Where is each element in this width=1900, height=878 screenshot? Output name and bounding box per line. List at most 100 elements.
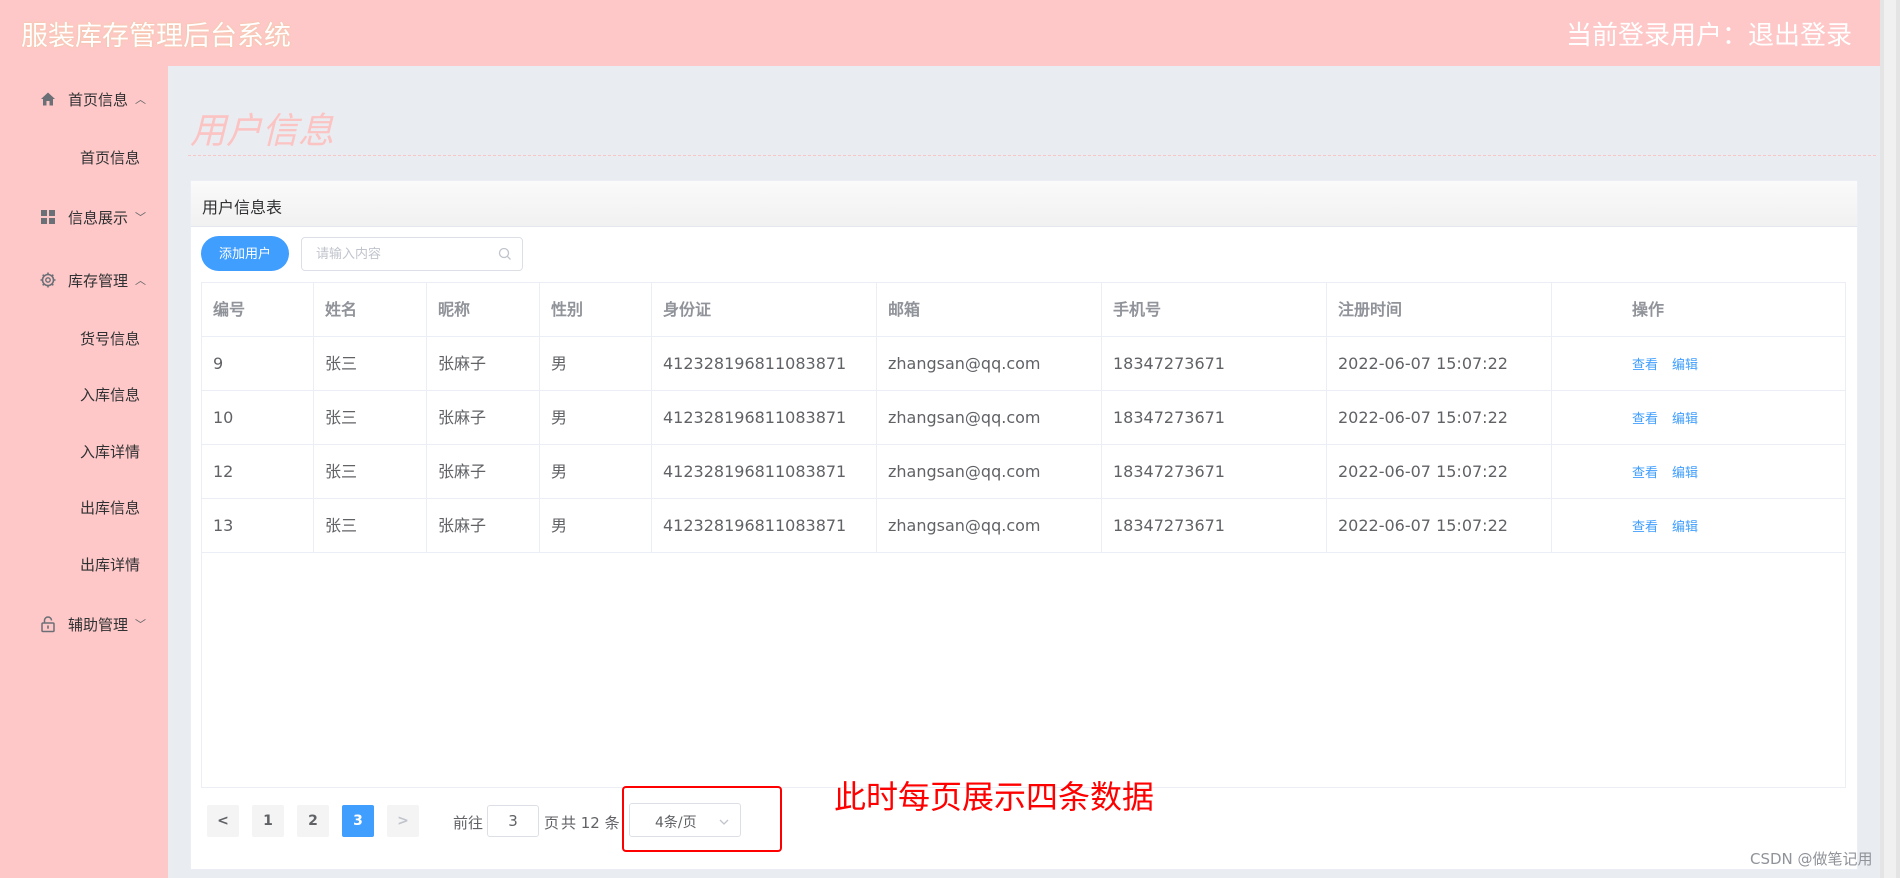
cell-nickname: 张麻子 xyxy=(427,445,540,499)
annotation-note: 此时每页展示四条数据 xyxy=(834,778,1155,816)
user-table: 编号 姓名 昵称 性别 身份证 邮箱 手机号 注册时间 操作 9 张三 张麻子 … xyxy=(201,282,1846,788)
top-bar: 服装库存管理后台系统 当前登录用户：退出登录 xyxy=(0,0,1880,66)
sidebar-item-label: 入库详情 xyxy=(79,443,140,461)
cell-gender: 男 xyxy=(540,337,652,391)
cell-actions: 查看 编辑 xyxy=(1552,445,1845,499)
sidebar-item-label: 出库详情 xyxy=(79,556,140,574)
heading-divider xyxy=(188,155,1876,156)
sidebar-item-label: 入库信息 xyxy=(79,386,140,404)
column-header-register-time: 注册时间 xyxy=(1327,283,1552,337)
cell-nickname: 张麻子 xyxy=(427,391,540,445)
table-row: 10 张三 张麻子 男 412328196811083871 zhangsan@… xyxy=(202,391,1845,445)
sidebar-item-stock-out-info[interactable]: 出库信息 xyxy=(0,487,168,527)
cell-name: 张三 xyxy=(314,499,427,553)
edit-link[interactable]: 编辑 xyxy=(1672,393,1698,445)
sidebar-item-home[interactable]: 首页信息 xyxy=(0,137,168,177)
cell-nickname: 张麻子 xyxy=(427,499,540,553)
grid-icon xyxy=(41,210,55,224)
sidebar-item-label: 首页信息 xyxy=(79,149,140,167)
page-title: 用户信息 xyxy=(190,111,335,152)
cell-id-card: 412328196811083871 xyxy=(652,499,877,553)
cell-gender: 男 xyxy=(540,391,652,445)
card-header: 用户信息表 xyxy=(191,181,1857,227)
home-icon xyxy=(41,92,55,106)
cell-name: 张三 xyxy=(314,445,427,499)
column-header-email: 邮箱 xyxy=(877,283,1102,337)
cell-email: zhangsan@qq.com xyxy=(877,337,1102,391)
sidebar-group-inventory[interactable]: 库存管理 ︿ xyxy=(0,260,168,300)
cell-register-time: 2022-06-07 15:07:22 xyxy=(1327,499,1552,553)
cell-id: 12 xyxy=(202,445,314,499)
search-icon[interactable] xyxy=(498,247,512,261)
total-count: 共 12 条 xyxy=(561,814,620,832)
user-logout-link[interactable]: 当前登录用户：退出登录 xyxy=(1566,15,1852,52)
cell-name: 张三 xyxy=(314,337,427,391)
goto-prefix: 前往 xyxy=(453,814,484,832)
column-header-id-card: 身份证 xyxy=(652,283,877,337)
scrollbar-thumb[interactable] xyxy=(1884,0,1896,878)
edit-link[interactable]: 编辑 xyxy=(1672,501,1698,553)
view-link[interactable]: 查看 xyxy=(1632,447,1658,499)
prev-page-button[interactable]: < xyxy=(207,805,239,837)
chevron-down-icon: ﹀ xyxy=(135,211,146,224)
chevron-down-icon: ﹀ xyxy=(135,618,146,631)
chevron-left-icon: < xyxy=(217,813,229,829)
sidebar-group-label: 首页信息 xyxy=(68,90,129,109)
page-button-1[interactable]: 1 xyxy=(252,805,284,837)
view-link[interactable]: 查看 xyxy=(1632,501,1658,553)
chevron-up-icon: ︿ xyxy=(135,93,146,106)
cell-id: 10 xyxy=(202,391,314,445)
search-field[interactable] xyxy=(301,237,523,271)
sidebar-group-home[interactable]: 首页信息 ︿ xyxy=(0,79,168,119)
column-header-name: 姓名 xyxy=(314,283,427,337)
cell-id-card: 412328196811083871 xyxy=(652,391,877,445)
page-button-2[interactable]: 2 xyxy=(297,805,329,837)
sidebar-group-aux[interactable]: 辅助管理 ﹀ xyxy=(0,604,168,644)
annotation-box xyxy=(622,786,782,852)
column-header-phone: 手机号 xyxy=(1102,283,1327,337)
lock-icon xyxy=(41,616,55,633)
page-button-3[interactable]: 3 xyxy=(342,805,374,837)
sidebar-group-info[interactable]: 信息展示 ﹀ xyxy=(0,197,168,237)
sidebar-item-sku-info[interactable]: 货号信息 xyxy=(0,318,168,358)
edit-link[interactable]: 编辑 xyxy=(1672,447,1698,499)
cell-email: zhangsan@qq.com xyxy=(877,445,1102,499)
next-page-button[interactable]: > xyxy=(387,805,419,837)
sidebar-group-label: 信息展示 xyxy=(68,208,129,227)
table-row: 12 张三 张麻子 男 412328196811083871 zhangsan@… xyxy=(202,445,1845,499)
sidebar-group-label: 辅助管理 xyxy=(68,615,129,634)
sidebar-item-stock-out-detail[interactable]: 出库详情 xyxy=(0,544,168,584)
cell-email: zhangsan@qq.com xyxy=(877,499,1102,553)
edit-link[interactable]: 编辑 xyxy=(1672,339,1698,391)
cell-phone: 18347273671 xyxy=(1102,499,1327,553)
cell-phone: 18347273671 xyxy=(1102,391,1327,445)
view-link[interactable]: 查看 xyxy=(1632,339,1658,391)
goto-suffix: 页 xyxy=(544,814,560,832)
chevron-right-icon: > xyxy=(397,813,409,829)
table-row: 9 张三 张麻子 男 412328196811083871 zhangsan@q… xyxy=(202,337,1845,391)
goto-page-input[interactable]: 3 xyxy=(487,805,539,837)
sidebar-item-stock-in-detail[interactable]: 入库详情 xyxy=(0,431,168,471)
watermark: CSDN @做笔记用 xyxy=(1750,850,1873,868)
chevron-up-icon: ︿ xyxy=(135,274,146,287)
app-title: 服装库存管理后台系统 xyxy=(21,21,291,52)
cell-phone: 18347273671 xyxy=(1102,337,1327,391)
cell-phone: 18347273671 xyxy=(1102,445,1327,499)
cell-actions: 查看 编辑 xyxy=(1552,499,1845,553)
search-input[interactable] xyxy=(316,245,496,263)
view-link[interactable]: 查看 xyxy=(1632,393,1658,445)
table-header-row: 编号 姓名 昵称 性别 身份证 邮箱 手机号 注册时间 操作 xyxy=(202,283,1845,337)
cell-id: 9 xyxy=(202,337,314,391)
sidebar-item-stock-in-info[interactable]: 入库信息 xyxy=(0,374,168,414)
cell-gender: 男 xyxy=(540,499,652,553)
gear-icon xyxy=(40,272,56,288)
cell-email: zhangsan@qq.com xyxy=(877,391,1102,445)
cell-actions: 查看 编辑 xyxy=(1552,391,1845,445)
cell-register-time: 2022-06-07 15:07:22 xyxy=(1327,445,1552,499)
column-header-actions: 操作 xyxy=(1632,300,1665,319)
sidebar-item-label: 货号信息 xyxy=(79,330,140,348)
sidebar-group-label: 库存管理 xyxy=(68,271,129,290)
add-user-button[interactable]: 添加用户 xyxy=(201,236,289,271)
column-header-id: 编号 xyxy=(202,283,314,337)
page-scrollbar[interactable] xyxy=(1880,0,1900,878)
